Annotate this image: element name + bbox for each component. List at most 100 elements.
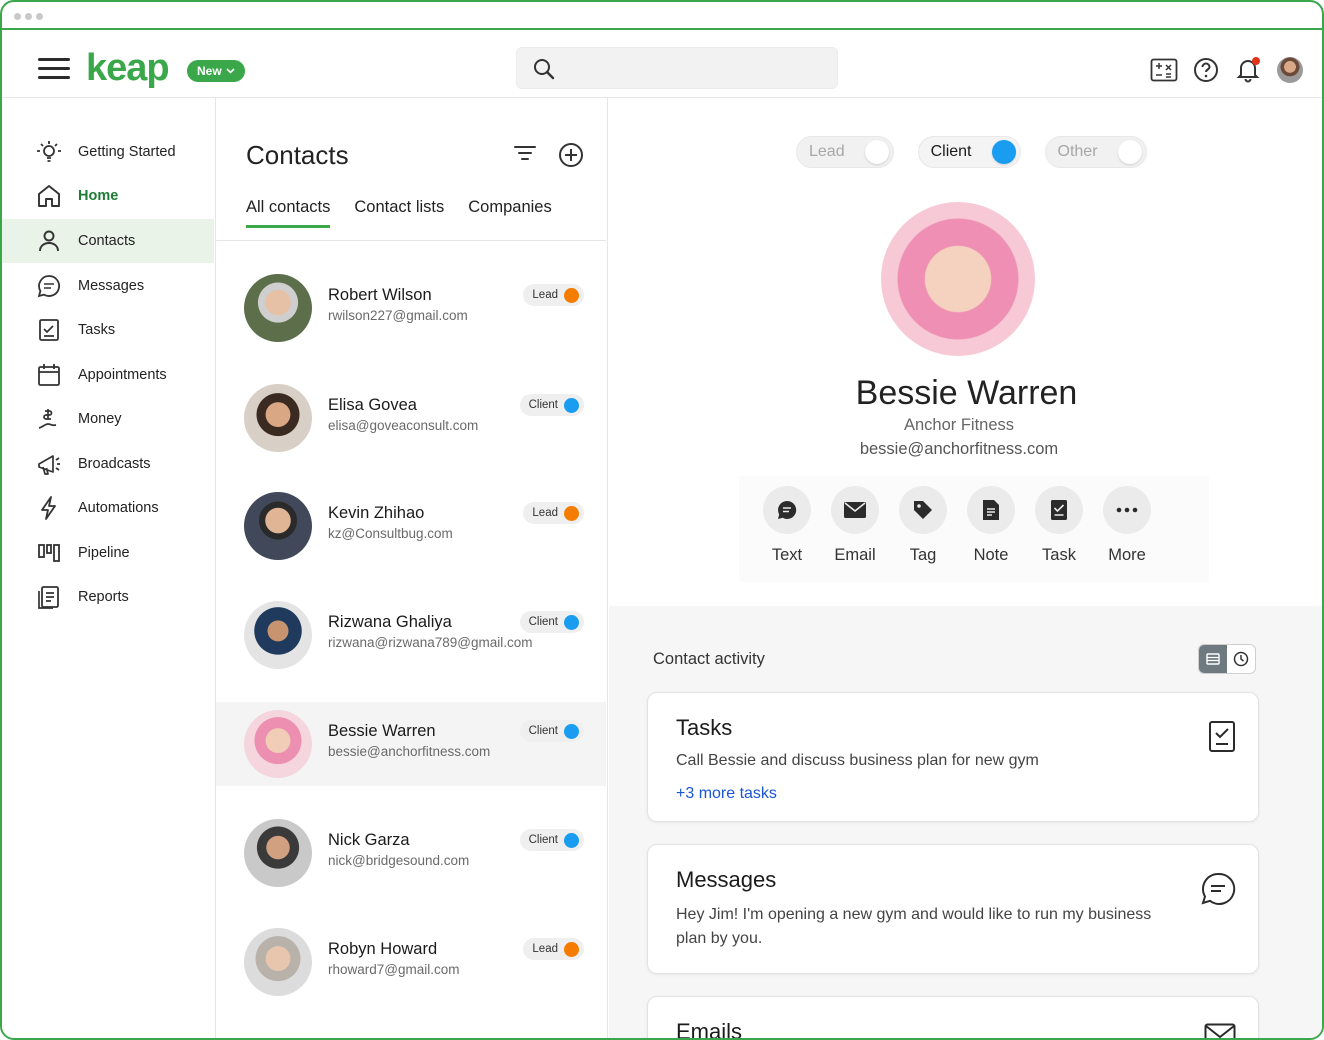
contact-photo <box>881 202 1035 356</box>
lightning-icon <box>41 496 56 520</box>
sidebar-item-label: Appointments <box>78 367 167 383</box>
sidebar-item-tasks[interactable]: Tasks <box>2 308 214 352</box>
sidebar-item-home[interactable]: Home <box>2 174 214 218</box>
new-button-label: New <box>197 64 222 78</box>
status-badge: Client <box>519 829 584 851</box>
contact-row[interactable]: Nick Garza nick@bridgesound.com Client <box>216 811 606 895</box>
contact-row[interactable]: Bessie Warren bessie@anchorfitness.com C… <box>216 702 606 786</box>
contact-row[interactable]: Robyn Howard rhoward7@gmail.com Lead <box>216 920 606 1004</box>
lead-toggle[interactable]: Lead <box>796 136 894 168</box>
help-icon[interactable] <box>1192 56 1220 84</box>
note-action-button[interactable]: Note <box>957 486 1025 565</box>
note-icon <box>983 500 999 520</box>
filter-icon[interactable] <box>514 144 536 162</box>
window-dot-icon <box>36 13 43 20</box>
contact-avatar <box>244 710 312 778</box>
calculator-icon[interactable] <box>1150 56 1178 84</box>
sidebar-item-label: Reports <box>78 589 129 605</box>
sidebar-item-money[interactable]: Money <box>2 397 214 441</box>
contact-avatar <box>244 274 312 342</box>
contact-email[interactable]: bessie@anchorfitness.com <box>609 440 1309 459</box>
contact-row[interactable]: Robert Wilson rwilson227@gmail.com Lead <box>216 266 606 350</box>
sidebar-item-label: Messages <box>78 278 145 294</box>
window-dot-icon <box>25 13 32 20</box>
calendar-icon <box>38 364 60 386</box>
search-input[interactable] <box>516 47 838 89</box>
pipeline-icon <box>38 544 60 562</box>
text-action-button[interactable]: Text <box>753 486 821 565</box>
tag-action-button[interactable]: Tag <box>889 486 957 565</box>
hamburger-menu-icon[interactable] <box>38 58 70 80</box>
list-view-icon[interactable] <box>1199 645 1227 673</box>
contact-email: elisa@goveaconsult.com <box>328 418 479 433</box>
contact-name: Rizwana Ghaliya <box>328 613 452 631</box>
contact-name: Kevin Zhihao <box>328 504 425 522</box>
sidebar-item-appointments[interactable]: Appointments <box>2 353 214 397</box>
contacts-tabs: All contacts Contact lists Companies <box>246 198 552 228</box>
envelope-icon <box>1204 1023 1236 1038</box>
tasks-card[interactable]: Tasks Call Bessie and discuss business p… <box>647 692 1259 822</box>
status-label: Lead <box>532 507 558 519</box>
contacts-list-pane: Contacts All contacts Contact lists Comp… <box>216 98 608 1038</box>
sidebar-item-messages[interactable]: Messages <box>2 264 214 308</box>
emails-card[interactable]: Emails <box>647 996 1259 1040</box>
more-action-button[interactable]: More <box>1093 486 1161 565</box>
tab-contact-lists[interactable]: Contact lists <box>354 198 444 228</box>
card-title: Messages <box>676 867 777 892</box>
status-badge: Lead <box>523 502 584 524</box>
contact-avatar <box>244 492 312 560</box>
activity-view-toggle[interactable] <box>1198 644 1256 674</box>
clock-view-icon[interactable] <box>1227 645 1255 673</box>
contact-row[interactable]: Elisa Govea elisa@goveaconsult.com Clien… <box>216 376 606 460</box>
contact-type-toggles: Lead Client Other <box>796 136 1147 168</box>
sidebar-item-automations[interactable]: Automations <box>2 486 214 530</box>
contact-avatar <box>244 819 312 887</box>
contact-name-heading: Bessie Warren <box>855 374 1078 412</box>
add-contact-icon[interactable] <box>558 142 584 168</box>
sidebar-item-reports[interactable]: Reports <box>2 575 214 619</box>
person-icon <box>39 230 59 252</box>
action-label: Text <box>771 546 803 564</box>
search-icon <box>534 59 555 80</box>
sidebar-item-contacts[interactable]: Contacts <box>2 219 214 263</box>
status-label: Client <box>528 834 558 846</box>
task-action-button[interactable]: Task <box>1025 486 1093 565</box>
chat-bubble-icon <box>37 275 60 298</box>
status-badge: Lead <box>523 284 584 306</box>
chevron-down-icon <box>226 68 235 74</box>
checklist-icon <box>1209 721 1235 752</box>
window-dot-icon <box>14 13 21 20</box>
sidebar-item-broadcasts[interactable]: Broadcasts <box>2 442 214 486</box>
card-title: Emails <box>676 1019 743 1040</box>
lightbulb-icon <box>37 141 61 162</box>
toggle-label: Lead <box>809 143 845 160</box>
contact-email: rwilson227@gmail.com <box>328 308 468 323</box>
new-button[interactable]: New <box>187 60 245 82</box>
page-title: Contacts <box>246 140 349 170</box>
contact-name: Robyn Howard <box>328 940 438 958</box>
status-label: Client <box>528 725 558 737</box>
other-toggle[interactable]: Other <box>1044 136 1147 168</box>
sidebar-item-pipeline[interactable]: Pipeline <box>2 531 214 575</box>
action-label: Note <box>973 546 1009 564</box>
sidebar-item-label: Home <box>78 188 119 204</box>
megaphone-icon <box>38 455 60 475</box>
tab-all-contacts[interactable]: All contacts <box>246 198 331 228</box>
sidebar-item-label: Automations <box>78 500 159 516</box>
sidebar-item-getting-started[interactable]: Getting Started <box>2 130 214 174</box>
keap-logo[interactable]: keap <box>86 48 170 88</box>
toggle-label: Client <box>930 143 972 160</box>
tab-companies[interactable]: Companies <box>468 198 551 228</box>
contact-row[interactable]: Rizwana Ghaliya rizwana@rizwana789@gmail… <box>216 593 606 677</box>
email-action-button[interactable]: Email <box>821 486 889 565</box>
more-dots-icon <box>1116 507 1138 513</box>
notification-dot <box>1252 57 1260 65</box>
contact-name: Elisa Govea <box>328 396 417 414</box>
user-avatar[interactable] <box>1276 56 1304 84</box>
status-label: Lead <box>532 943 558 955</box>
notification-bell-icon[interactable] <box>1234 56 1262 84</box>
contact-row[interactable]: Kevin Zhihao kz@Consultbug.com Lead <box>216 484 606 568</box>
messages-card[interactable]: Messages Hey Jim! I'm opening a new gym … <box>647 844 1259 974</box>
more-tasks-link[interactable]: +3 more tasks <box>676 785 777 803</box>
client-toggle[interactable]: Client <box>917 136 1021 168</box>
